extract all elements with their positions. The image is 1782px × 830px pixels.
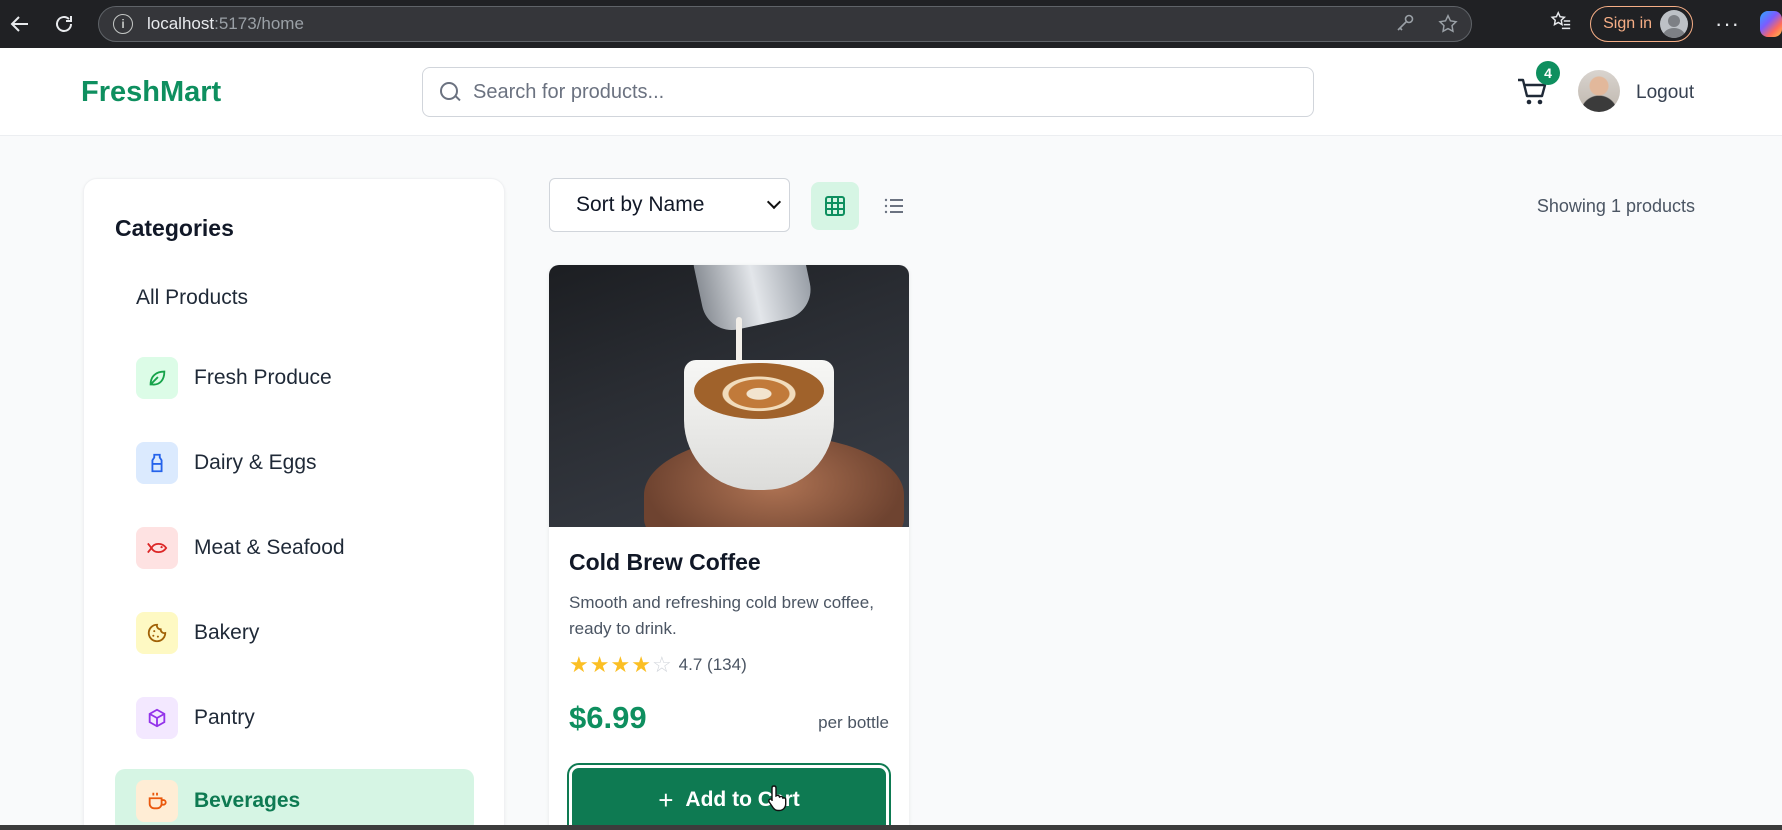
browser-toolbar: i localhost:5173/home Sign in ··· [0,0,1782,48]
plus-icon: + [658,784,674,815]
star-icon: ★ [569,652,589,677]
category-label: Dairy & Eggs [194,451,317,474]
add-to-cart-button[interactable]: + Add to Cart [569,765,889,830]
search-input[interactable] [473,80,1293,104]
chevron-down-icon [766,194,782,210]
product-card[interactable]: Cold Brew Coffee Smooth and refreshing c… [549,265,909,830]
category-label: Pantry [194,706,255,729]
product-name[interactable]: Cold Brew Coffee [569,549,889,576]
grid-view-button[interactable] [811,182,859,230]
cart-count-badge: 4 [1536,61,1560,85]
category-dairy-eggs[interactable]: Dairy & Eggs [115,431,474,495]
site-info-icon[interactable]: i [113,14,133,34]
category-meat-seafood[interactable]: Meat & Seafood [115,516,474,580]
grid-icon [825,196,845,216]
copilot-icon[interactable] [1760,11,1782,37]
search-bar[interactable] [422,67,1314,117]
search-icon [439,81,461,103]
star-empty-icon: ☆ [651,652,672,677]
cookie-icon [136,612,178,654]
product-price: $6.99 [569,700,647,735]
product-image[interactable] [549,265,909,527]
url-text: localhost:5173/home [147,14,304,33]
list-view-button[interactable] [870,182,918,230]
user-avatar[interactable] [1578,70,1620,112]
category-bakery[interactable]: Bakery [115,601,474,665]
sign-in-button[interactable]: Sign in [1590,6,1694,42]
categories-sidebar: Categories All Products Fresh Produce Da… [83,178,505,830]
package-icon [136,697,178,739]
star-icon: ★ [631,652,651,677]
leaf-icon [136,357,178,399]
star-icon: ★ [589,652,610,677]
product-description: Smooth and refreshing cold brew coffee, … [569,593,874,638]
more-options-icon[interactable]: ··· [1715,11,1740,37]
logout-button[interactable]: Logout [1636,82,1694,104]
window-bottom-edge [0,825,1782,830]
bookmark-star-icon[interactable] [1437,13,1459,41]
rating-value: 4.7 (134) [678,655,747,674]
profile-icon [1660,10,1689,38]
sort-select-value: Sort by Name [576,193,705,216]
back-icon[interactable] [0,4,40,44]
app-header: FreshMart 4 Logout [0,48,1782,136]
category-label: Meat & Seafood [194,536,345,559]
sidebar-title: Categories [115,215,234,241]
address-bar[interactable]: i localhost:5173/home [98,6,1472,42]
category-label: Beverages [194,789,301,812]
category-pantry[interactable]: Pantry [115,686,474,750]
sign-in-label: Sign in [1603,15,1653,32]
star-icon: ★ [610,652,631,677]
product-unit: per bottle [818,713,889,732]
category-beverages[interactable]: Beverages [115,769,474,830]
product-rating: ★ ★ ★ ★ ☆ 4.7 (134) [569,654,889,676]
milk-bottle-icon [136,442,178,484]
logo[interactable]: FreshMart [81,76,221,109]
category-all-products[interactable]: All Products [115,266,474,330]
key-icon[interactable] [1395,13,1415,41]
coffee-cup-icon [136,780,178,822]
results-count: Showing 1 products [1536,196,1695,216]
reload-icon[interactable] [44,4,84,44]
category-label: Fresh Produce [194,366,332,389]
hand-cursor-icon [768,785,787,812]
category-label: Bakery [194,621,260,644]
favorites-icon[interactable] [1550,10,1572,38]
list-icon [884,198,903,214]
fish-icon [136,527,178,569]
category-label: All Products [136,286,249,309]
category-fresh-produce[interactable]: Fresh Produce [115,346,474,410]
sort-select[interactable]: Sort by Name [549,178,790,232]
